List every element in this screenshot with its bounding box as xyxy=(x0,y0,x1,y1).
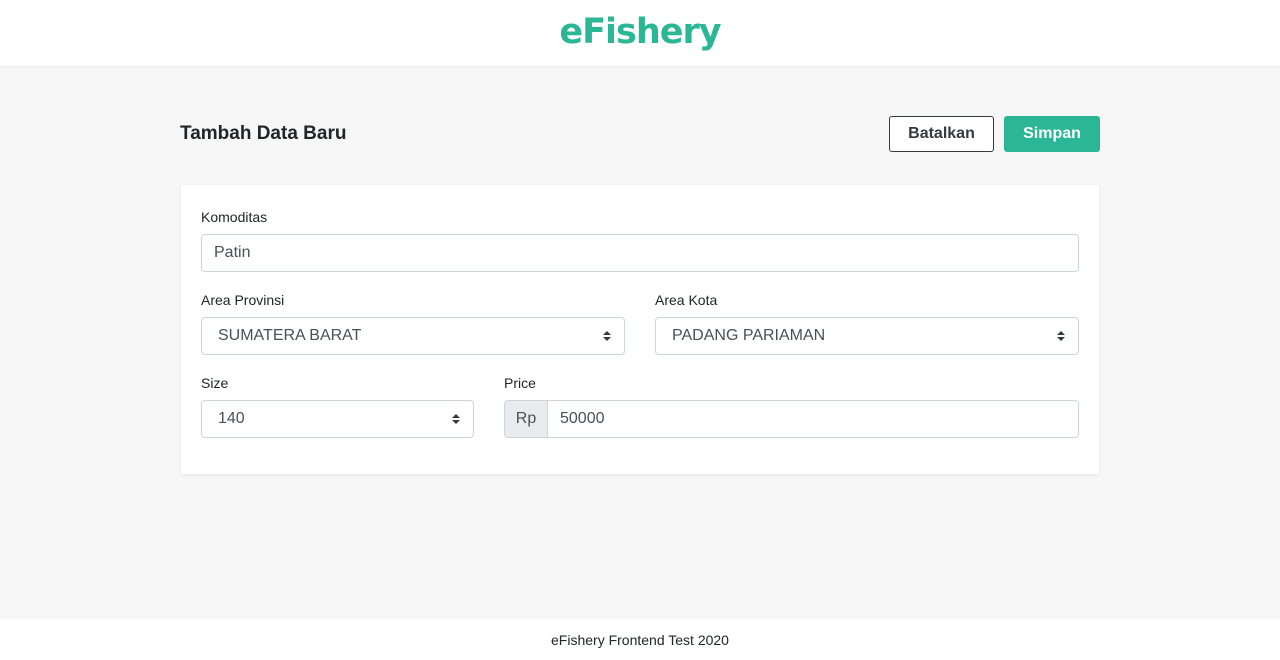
price-value: 50000 xyxy=(560,410,605,427)
page-header: Tambah Data Baru Batalkan Simpan xyxy=(180,116,1100,152)
size-value: 140 xyxy=(218,410,245,427)
area-provinsi-select[interactable]: SUMATERA BARAT xyxy=(201,317,625,355)
cancel-button[interactable]: Batalkan xyxy=(889,116,994,152)
form-actions: Batalkan Simpan xyxy=(889,116,1100,152)
page-footer: eFishery Frontend Test 2020 xyxy=(0,619,1280,660)
sort-caret-icon xyxy=(1056,331,1066,341)
efishery-logo[interactable]: eFishery xyxy=(559,14,721,50)
komoditas-value: Patin xyxy=(214,244,251,261)
sort-caret-icon xyxy=(602,331,612,341)
area-kota-value: PADANG PARIAMAN xyxy=(672,327,826,344)
footer-text: eFishery Frontend Test 2020 xyxy=(551,631,729,648)
currency-prefix: Rp xyxy=(505,401,548,437)
size-label: Size xyxy=(201,375,229,391)
area-kota-select[interactable]: PADANG PARIAMAN xyxy=(655,317,1079,355)
size-select[interactable]: 140 xyxy=(201,400,474,438)
komoditas-label: Komoditas xyxy=(201,209,268,225)
top-navbar: eFishery xyxy=(0,0,1280,66)
sort-caret-icon xyxy=(451,414,461,424)
area-provinsi-value: SUMATERA BARAT xyxy=(218,327,362,344)
price-input-group[interactable]: Rp 50000 xyxy=(504,400,1079,438)
area-kota-label: Area Kota xyxy=(655,292,718,308)
form-card: Komoditas Patin Area Provinsi SUMATERA B… xyxy=(181,185,1099,474)
price-label: Price xyxy=(504,375,536,391)
page-title: Tambah Data Baru xyxy=(180,123,347,144)
area-provinsi-label: Area Provinsi xyxy=(201,292,285,308)
save-button[interactable]: Simpan xyxy=(1004,116,1100,152)
komoditas-input[interactable]: Patin xyxy=(201,234,1079,272)
